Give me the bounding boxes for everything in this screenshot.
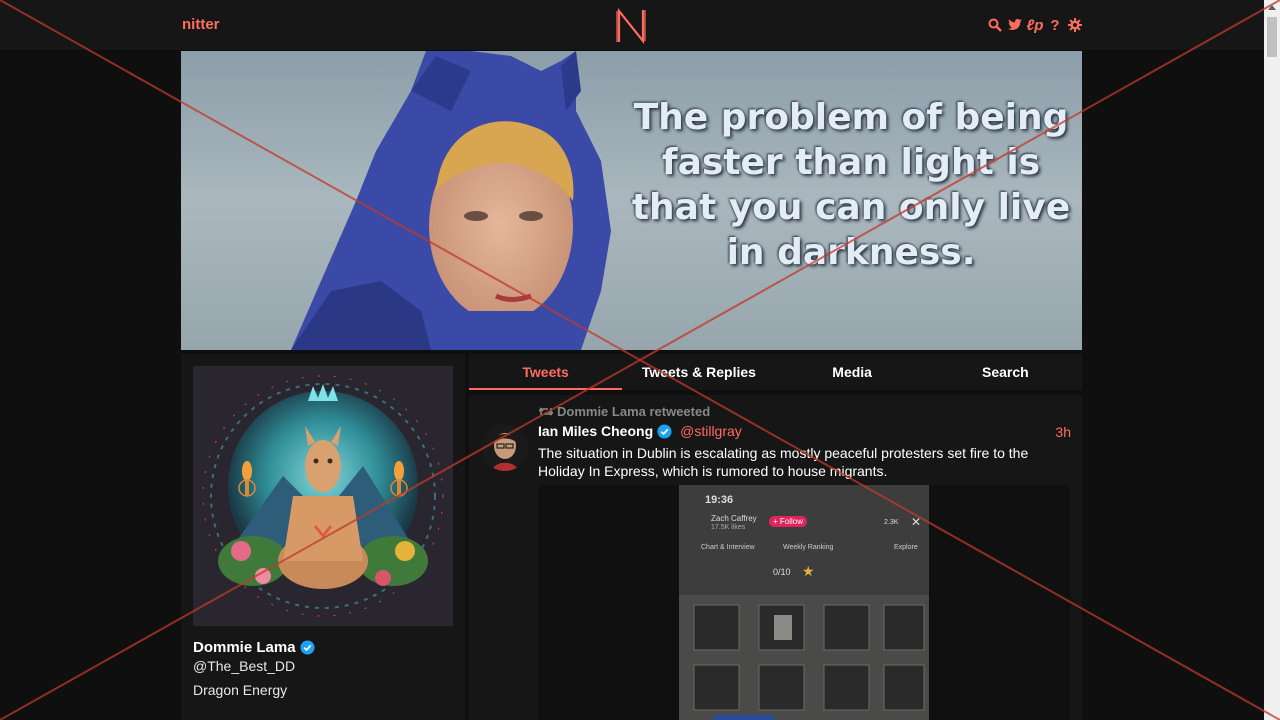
brand-link[interactable]: nitter	[182, 16, 220, 33]
banner-caption: The problem of being faster than light i…	[631, 97, 1071, 273]
media-close-icon: ✕	[911, 515, 922, 529]
profile-name[interactable]: Dommie Lama	[193, 639, 315, 656]
navbar: nitter ℓp ?	[0, 0, 1264, 51]
media-time: 19:36	[705, 494, 734, 506]
media-user: Zach Caffrey	[711, 514, 757, 523]
media-count: 2.3K	[884, 519, 899, 526]
twitter-bird-icon[interactable]	[1008, 17, 1022, 33]
avatar[interactable]	[193, 366, 453, 626]
retweet-icon	[539, 407, 553, 416]
scrollbar[interactable]	[1264, 0, 1280, 720]
verified-badge-icon	[657, 423, 672, 439]
media-tab-1: Chart & Interview	[701, 544, 755, 551]
lp-icon[interactable]: ℓp	[1027, 17, 1044, 34]
search-icon[interactable]	[988, 17, 1002, 33]
tweet-date[interactable]: 3h	[1055, 424, 1071, 440]
tweet-media-image[interactable]: 19:36 Zach Caffrey 17.5K likes + Follow …	[679, 485, 929, 720]
tweet-username[interactable]: @stillgray	[680, 423, 742, 439]
scroll-up-arrow-icon[interactable]	[1268, 5, 1276, 10]
media-tab-3: Explore	[894, 544, 918, 551]
nav-icons: ℓp ?	[988, 16, 1082, 34]
llama-avatar-image	[193, 366, 453, 626]
tweet-header: Ian Miles Cheong @stillgray	[538, 423, 742, 439]
help-icon[interactable]: ?	[1048, 17, 1062, 34]
media-likes: 17.5K likes	[711, 524, 746, 531]
nitter-logo-icon[interactable]	[614, 8, 648, 44]
tweet-text: The situation in Dublin is escalating as…	[538, 445, 1029, 479]
tweet-author-avatar[interactable]	[482, 425, 528, 471]
profile-bio: Dragon Energy	[193, 682, 288, 698]
tab-tweets-and-replies[interactable]: Tweets & Replies	[622, 354, 775, 390]
tweet-author-avatar-image	[482, 425, 528, 471]
retweet-label[interactable]: Dommie Lama retweeted	[557, 404, 710, 419]
media-follow-button: + Follow	[769, 516, 808, 527]
tweet-media[interactable]: 19:36 Zach Caffrey 17.5K likes + Follow …	[538, 485, 1070, 720]
timeline-tabs: Tweets Tweets & Replies Media Search	[469, 354, 1082, 390]
media-score: 0/10	[773, 567, 791, 577]
tweet-fullname[interactable]: Ian Miles Cheong	[538, 423, 653, 439]
media-tab-2: Weekly Ranking	[783, 544, 834, 551]
tab-tweets[interactable]: Tweets	[469, 354, 623, 390]
timeline: Dommie Lama retweeted Ian Miles Cheong @…	[469, 395, 1082, 720]
tab-search[interactable]: Search	[929, 354, 1082, 390]
profile-handle[interactable]: @The_Best_DD	[193, 658, 295, 674]
profile-name-text: Dommie Lama	[193, 639, 296, 656]
star-icon: ★	[802, 563, 815, 579]
retweet-header: Dommie Lama retweeted	[539, 404, 710, 419]
gear-icon[interactable]	[1068, 17, 1082, 33]
verified-badge-icon	[300, 640, 315, 655]
profile-card: Dommie Lama @The_Best_DD Dragon Energy	[181, 354, 465, 720]
profile-banner[interactable]: The problem of being faster than light i…	[181, 51, 1082, 350]
scrollbar-thumb[interactable]	[1267, 17, 1277, 57]
tab-media[interactable]: Media	[776, 354, 929, 390]
